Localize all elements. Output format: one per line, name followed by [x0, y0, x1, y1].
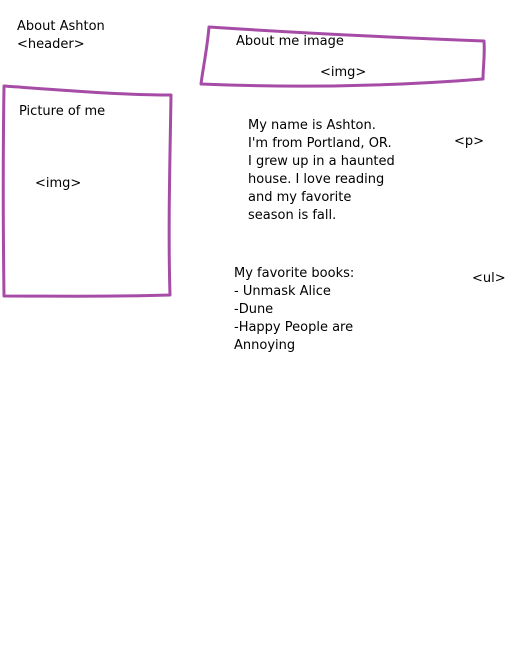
list-item: -Dune — [234, 302, 274, 317]
portrait-tag: <img> — [35, 176, 82, 191]
list-item: Annoying — [234, 338, 296, 353]
bio-tag: <p> — [454, 134, 485, 149]
bio-line: and my favorite — [248, 190, 352, 205]
list-item: -Happy People are — [234, 320, 354, 335]
bio-line: house. I love reading — [248, 172, 385, 187]
bio-line: I grew up in a haunted — [248, 154, 395, 169]
banner-label: About me image — [236, 34, 344, 49]
books-heading: My favorite books: — [234, 266, 355, 281]
wireframe-canvas: { "header": { "title": "About Ashton", "… — [0, 0, 520, 670]
bio-line: I'm from Portland, OR. — [248, 136, 392, 151]
portrait-label: Picture of me — [19, 104, 106, 119]
bio-line: season is fall. — [248, 208, 337, 223]
list-item: - Unmask Alice — [234, 284, 331, 299]
header-title: About Ashton — [17, 19, 105, 34]
header-tag: <header> — [17, 37, 85, 52]
bio-line: My name is Ashton. — [248, 118, 376, 133]
books-tag: <ul> — [472, 271, 506, 286]
banner-tag: <img> — [320, 65, 367, 80]
